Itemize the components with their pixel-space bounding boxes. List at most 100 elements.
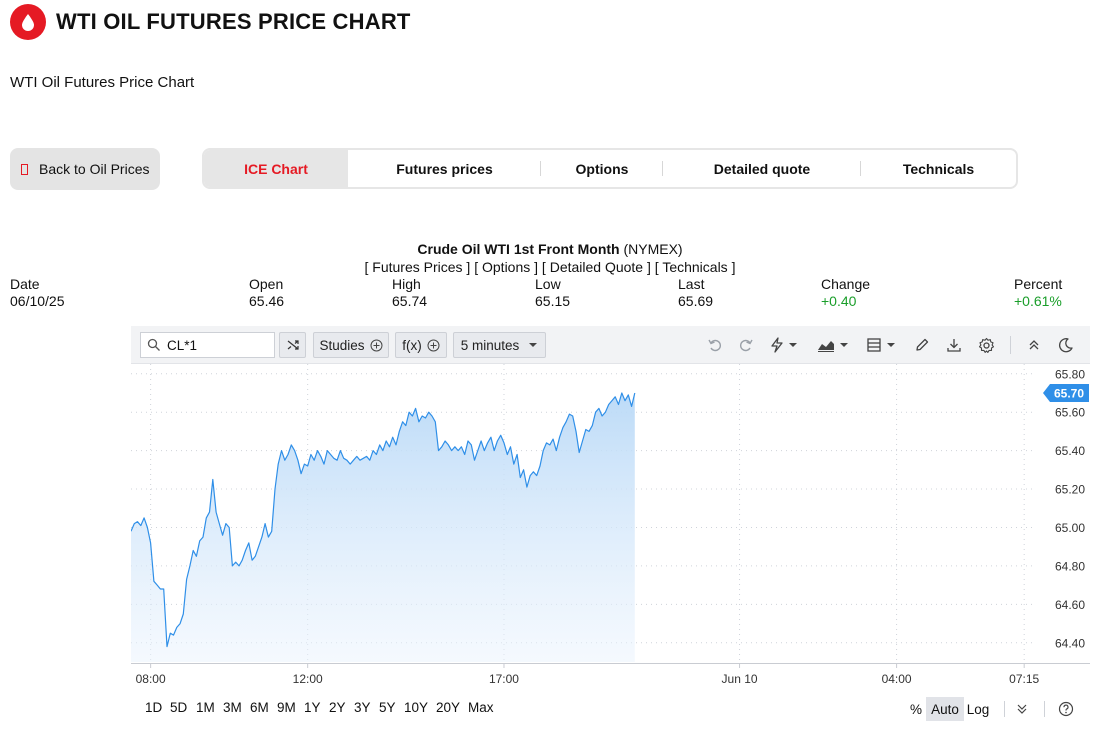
- tab-options[interactable]: Options: [541, 150, 663, 187]
- y-tick-label: 65.00: [1055, 521, 1085, 535]
- stat-value: 65.74: [392, 293, 428, 309]
- oil-drop-logo-icon: [10, 4, 46, 40]
- stat-label: Percent: [1014, 276, 1063, 292]
- tab-detailed-quote[interactable]: Detailed quote: [663, 150, 861, 187]
- stat-label: Last: [678, 276, 705, 292]
- pencil-icon: [916, 338, 929, 351]
- functions-button[interactable]: f(x): [395, 332, 447, 358]
- range-max[interactable]: Max: [468, 700, 494, 715]
- help-icon: [1058, 701, 1074, 717]
- add-circle-icon: [370, 339, 383, 351]
- y-tick-label: 64.60: [1055, 598, 1085, 612]
- tab-label: Detailed quote: [713, 160, 811, 177]
- range-divider: [1044, 701, 1045, 717]
- range-5d[interactable]: 5D: [170, 700, 187, 715]
- stat-last: Last 65.69: [678, 276, 713, 310]
- layout-icon: [867, 338, 895, 352]
- page-header: WTI OIL FUTURES PRICE CHART: [10, 3, 411, 41]
- y-tick-label: 65.20: [1055, 483, 1085, 497]
- stat-label: High: [392, 276, 421, 292]
- add-circle-icon: [427, 339, 440, 351]
- y-tick-label: 64.40: [1055, 636, 1085, 650]
- interval-select[interactable]: 5 minutes: [453, 332, 546, 358]
- auto-scale-button[interactable]: Auto: [926, 697, 964, 721]
- stat-open: Open 65.46: [249, 276, 284, 310]
- double-chevron-down-icon: [1017, 704, 1027, 714]
- y-tick-label: 65.40: [1055, 444, 1085, 458]
- draw-lightning-icon: [771, 337, 797, 353]
- draw-button[interactable]: [911, 334, 933, 356]
- back-to-oil-prices-button[interactable]: Back to Oil Prices: [10, 148, 160, 190]
- range-6m[interactable]: 6M: [250, 700, 269, 715]
- page-title: WTI OIL FUTURES PRICE CHART: [56, 9, 411, 34]
- range-5y[interactable]: 5Y: [379, 700, 396, 715]
- chart-heading: Crude Oil WTI 1st Front Month (NYMEX): [0, 241, 1100, 258]
- chevron-down-icon: [529, 343, 538, 347]
- log-scale-button[interactable]: Log: [964, 697, 992, 721]
- range-3y[interactable]: 3Y: [354, 700, 371, 715]
- search-icon: [147, 338, 160, 351]
- price-area-fill: [131, 393, 635, 662]
- x-tick-label: Jun 10: [722, 672, 758, 686]
- stat-value: +0.40: [821, 293, 857, 309]
- link-technicals[interactable]: Technicals: [662, 259, 727, 275]
- quote-links: [ Futures Prices ] [ Options ] [ Detaile…: [364, 259, 736, 275]
- link-futures-prices[interactable]: Futures Prices: [372, 259, 462, 275]
- chart-type-menu-button[interactable]: [815, 334, 851, 356]
- tab-label: Options: [575, 160, 629, 177]
- stat-label: Open: [249, 276, 284, 292]
- x-tick-label: 17:00: [489, 672, 519, 686]
- tab-ice-chart[interactable]: ICE Chart: [204, 150, 348, 187]
- x-tick-label: 07:15: [1009, 672, 1039, 686]
- stat-high: High 65.74: [392, 276, 427, 310]
- range-10y[interactable]: 10Y: [404, 700, 428, 715]
- dark-mode-button[interactable]: [1055, 334, 1077, 356]
- x-tick-label: 08:00: [136, 672, 166, 686]
- layout-menu-button[interactable]: [865, 334, 899, 356]
- stat-value: 65.15: [535, 293, 571, 309]
- download-button[interactable]: [943, 334, 965, 356]
- undo-button[interactable]: [704, 334, 726, 356]
- expand-down-button[interactable]: [1011, 697, 1033, 721]
- tab-label: Futures prices: [396, 160, 493, 177]
- compare-button[interactable]: [279, 332, 306, 358]
- redo-button[interactable]: [735, 334, 757, 356]
- range-2y[interactable]: 2Y: [329, 700, 346, 715]
- undo-icon: [708, 339, 721, 352]
- y-tick-label: 65.60: [1055, 406, 1085, 420]
- tab-technicals[interactable]: Technicals: [861, 150, 1016, 187]
- range-9m[interactable]: 9M: [277, 700, 296, 715]
- toolbar-divider: [1010, 336, 1011, 354]
- link-detailed-quote[interactable]: Detailed Quote: [550, 259, 643, 275]
- range-3m[interactable]: 3M: [223, 700, 242, 715]
- last-price-label: 65.70: [1054, 386, 1084, 400]
- stat-date: Date 06/10/25: [10, 276, 65, 310]
- help-button[interactable]: [1055, 697, 1077, 721]
- range-1y[interactable]: 1Y: [304, 700, 321, 715]
- symbol-search-input[interactable]: CL*1: [140, 332, 275, 358]
- stat-label: Date: [10, 276, 40, 292]
- range-20y[interactable]: 20Y: [436, 700, 460, 715]
- tab-label: Technicals: [902, 160, 975, 177]
- stat-percent: Percent +0.61%: [1014, 276, 1062, 310]
- studies-button[interactable]: Studies: [313, 332, 389, 358]
- percent-scale-button[interactable]: %: [906, 697, 926, 721]
- chart-type-icon: [818, 341, 848, 352]
- page-subtitle: WTI Oil Futures Price Chart: [10, 74, 195, 91]
- stat-change: Change +0.40: [821, 276, 870, 310]
- stat-label: Change: [821, 276, 871, 292]
- range-1d[interactable]: 1D: [145, 700, 162, 715]
- settings-button[interactable]: [975, 334, 997, 356]
- link-options[interactable]: Options: [482, 259, 530, 275]
- range-1m[interactable]: 1M: [196, 700, 215, 715]
- collapse-button[interactable]: [1023, 334, 1045, 356]
- back-arrow-icon: [21, 163, 28, 175]
- stat-value: +0.61%: [1014, 293, 1062, 309]
- tab-futures-prices[interactable]: Futures prices: [348, 150, 541, 187]
- events-menu-button[interactable]: [767, 334, 801, 356]
- stat-value: 65.46: [249, 293, 285, 309]
- price-chart[interactable]: 65.80 65.60 65.40 65.20 65.00 64.80 64.60 64.40…: [131, 364, 1090, 690]
- compare-icon: [287, 340, 299, 350]
- stat-value: 65.69: [678, 293, 714, 309]
- x-tick-label: 12:00: [293, 672, 323, 686]
